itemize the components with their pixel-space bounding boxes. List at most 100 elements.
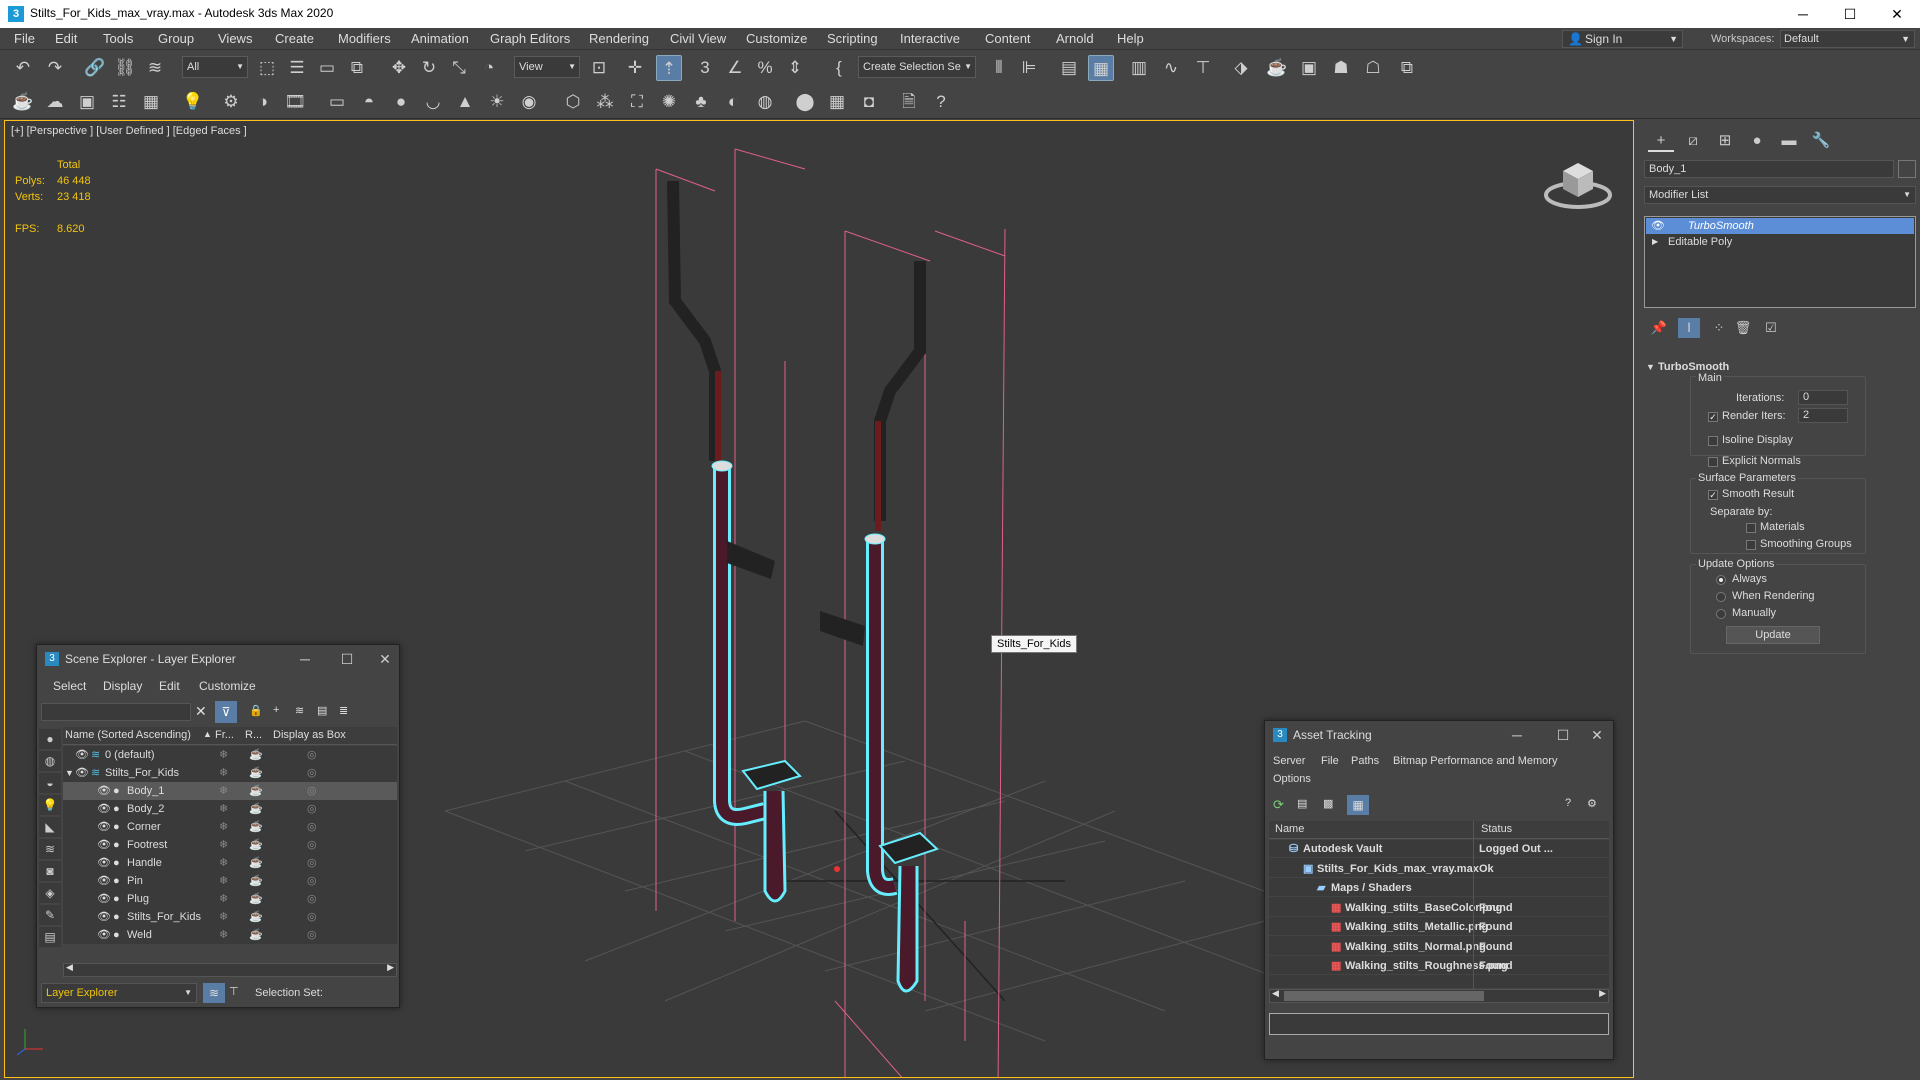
scroll-left-icon[interactable]: ◀ bbox=[66, 962, 73, 973]
place-icon[interactable]: ◔ bbox=[476, 55, 502, 81]
named-selection-sets-dropdown[interactable]: Create Selection Se ▼ bbox=[858, 56, 976, 78]
grid-icon[interactable]: ▦ bbox=[138, 89, 164, 115]
make-unique-icon[interactable]: ⁘ bbox=[1708, 318, 1730, 338]
create-tab-icon[interactable]: + bbox=[1648, 130, 1674, 152]
thumbnail-view-icon[interactable]: ▩ bbox=[1323, 797, 1333, 810]
layer-row[interactable]: 👁 ● Stilts_For_Kids ❄ ☕ ◎ bbox=[63, 908, 397, 926]
freeze-icon[interactable]: ❄ bbox=[219, 764, 228, 782]
freeze-icon[interactable]: ❄ bbox=[219, 800, 228, 818]
menu-display[interactable]: Display bbox=[103, 679, 142, 693]
render-production-icon[interactable]: ☗ bbox=[1328, 55, 1354, 81]
material-editor-icon[interactable]: ⬗ bbox=[1228, 55, 1254, 81]
half-sphere-icon[interactable]: ◑ bbox=[250, 89, 276, 115]
asset-row[interactable]: ▦ Walking_stilts_Normal.png Found bbox=[1269, 938, 1609, 956]
horizontal-scrollbar[interactable]: ◀ ▶ bbox=[63, 962, 397, 977]
eye-icon[interactable]: 👁 bbox=[1651, 218, 1665, 234]
explorer-type-dropdown[interactable]: Layer Explorer ▼ bbox=[41, 983, 197, 1003]
curve-editor-icon[interactable]: ∿ bbox=[1158, 55, 1184, 81]
eye-icon[interactable]: 👁 bbox=[97, 800, 111, 818]
layer-row[interactable]: 👁 ● Plug ❄ ☕ ◎ bbox=[63, 890, 397, 908]
render-icon[interactable]: ☕ bbox=[249, 818, 263, 836]
workspace-select[interactable]: Default ▼ bbox=[1780, 30, 1915, 48]
horizontal-scrollbar[interactable]: ◀ ▶ bbox=[1269, 988, 1609, 1003]
eye-icon[interactable]: 👁 bbox=[75, 764, 89, 782]
modifier-list-dropdown[interactable]: Modifier List ▼ bbox=[1644, 186, 1916, 204]
close-button[interactable]: ✕ bbox=[1579, 721, 1615, 749]
render-iterative-icon[interactable]: ☖ bbox=[1360, 55, 1386, 81]
display-as-box-icon[interactable]: ◎ bbox=[307, 746, 317, 764]
expand-arrow-icon[interactable]: ▼ bbox=[65, 764, 74, 782]
search-input[interactable] bbox=[41, 703, 191, 721]
dome-icon[interactable]: ◓ bbox=[356, 89, 382, 115]
display-groups-icon[interactable]: ◈ bbox=[39, 883, 61, 903]
mirror-icon[interactable]: ⫴ bbox=[986, 55, 1012, 81]
menu-content[interactable]: Content bbox=[985, 31, 1031, 46]
expand-arrow-icon[interactable]: ▶ bbox=[1652, 234, 1658, 250]
eye-icon[interactable]: 👁 bbox=[75, 746, 89, 764]
minimize-button[interactable]: ─ bbox=[287, 645, 323, 673]
display-as-box-icon[interactable]: ◎ bbox=[307, 926, 317, 944]
filter-icon[interactable]: ⊽ bbox=[215, 701, 237, 723]
hdri-icon[interactable]: ◐ bbox=[720, 89, 746, 115]
display-as-box-icon[interactable]: ◎ bbox=[307, 818, 317, 836]
layer-row[interactable]: 👁 ● Body_2 ❄ ☕ ◎ bbox=[63, 800, 397, 818]
display-cameras-icon[interactable]: ◣ bbox=[39, 817, 61, 837]
hierarchy-tab-icon[interactable]: ⊞ bbox=[1712, 130, 1738, 152]
texture-icon[interactable]: ◍ bbox=[752, 89, 778, 115]
motion-tab-icon[interactable]: ● bbox=[1744, 130, 1770, 152]
display-all-icon[interactable]: ● bbox=[39, 729, 61, 749]
select-manipulate-icon[interactable]: ✛ bbox=[622, 55, 648, 81]
always-radio[interactable] bbox=[1716, 575, 1726, 585]
camera-icon[interactable]: ⛶ bbox=[624, 89, 650, 115]
asset-row[interactable]: ▦ Walking_stilts_Roughness.png Found bbox=[1269, 957, 1609, 975]
toggle-layer-explorer-icon[interactable]: ▦ bbox=[1088, 55, 1114, 81]
toggle-scene-explorer-icon[interactable]: ▤ bbox=[1056, 55, 1082, 81]
layer-row[interactable]: 👁 ● Footrest ❄ ☕ ◎ bbox=[63, 836, 397, 854]
rotate-icon[interactable]: ↻ bbox=[416, 55, 442, 81]
render-icon[interactable]: ☕ bbox=[249, 926, 263, 944]
pivot-center-icon[interactable]: ⊡ bbox=[586, 55, 612, 81]
help-icon[interactable]: ? bbox=[928, 89, 954, 115]
display-as-box-icon[interactable]: ◎ bbox=[307, 782, 317, 800]
film-icon[interactable]: 🎞 bbox=[282, 89, 308, 115]
column-freeze[interactable]: Fr... bbox=[215, 729, 234, 741]
maximize-button[interactable]: ☐ bbox=[1827, 0, 1873, 28]
bind-space-warp-icon[interactable]: ≋ bbox=[142, 55, 168, 81]
eye-icon[interactable]: 👁 bbox=[97, 854, 111, 872]
maximize-button[interactable]: ☐ bbox=[1545, 721, 1581, 749]
render-icon[interactable]: ☕ bbox=[249, 800, 263, 818]
teapot-icon[interactable]: ☕ bbox=[10, 89, 36, 115]
menu-options[interactable]: Options bbox=[1273, 773, 1311, 785]
refresh-icon[interactable]: ⟳ bbox=[1273, 797, 1284, 813]
update-button[interactable]: Update bbox=[1726, 626, 1820, 644]
utilities-tab-icon[interactable]: 🔧 bbox=[1808, 130, 1834, 152]
plane-icon[interactable]: ▭ bbox=[324, 89, 350, 115]
column-status[interactable]: Status bbox=[1481, 823, 1512, 835]
layer-row[interactable]: 👁 ● Corner ❄ ☕ ◎ bbox=[63, 818, 397, 836]
sun-icon[interactable]: ☀ bbox=[484, 89, 510, 115]
bowl-icon[interactable]: ◡ bbox=[420, 89, 446, 115]
render-iters-spinner[interactable]: 2 bbox=[1798, 408, 1848, 423]
isoline-display-checkbox[interactable] bbox=[1708, 436, 1718, 446]
layer-row[interactable]: 👁 ● Handle ❄ ☕ ◎ bbox=[63, 854, 397, 872]
material-ball-icon[interactable]: ⬤ bbox=[792, 89, 818, 115]
display-spacewarps-icon[interactable]: ◙ bbox=[39, 861, 61, 881]
proxy-icon[interactable]: ⬡ bbox=[560, 89, 586, 115]
render-in-cloud-icon[interactable]: ⧉ bbox=[1394, 55, 1420, 81]
list-view-icon[interactable]: ▤ bbox=[1297, 797, 1307, 810]
freeze-icon[interactable]: ❄ bbox=[219, 746, 228, 764]
named-selection-icon[interactable]: { bbox=[826, 55, 852, 81]
asset-row[interactable]: ⛁ Autodesk Vault Logged Out ... bbox=[1269, 840, 1609, 858]
layer-row[interactable]: 👁 ● Pin ❄ ☕ ◎ bbox=[63, 872, 397, 890]
add-layer-icon[interactable]: + bbox=[273, 704, 279, 716]
menu-select[interactable]: Select bbox=[53, 679, 86, 693]
freeze-icon[interactable]: ❄ bbox=[219, 836, 228, 854]
freeze-icon[interactable]: ❄ bbox=[219, 926, 228, 944]
menu-create[interactable]: Create bbox=[275, 31, 314, 46]
object-color-swatch[interactable] bbox=[1898, 160, 1916, 178]
toggle-ribbon-icon[interactable]: ▥ bbox=[1126, 55, 1152, 81]
table-view-icon[interactable]: ▦ bbox=[1347, 795, 1369, 815]
modify-tab-icon[interactable]: ⧄ bbox=[1680, 130, 1706, 152]
clear-search-icon[interactable]: ✕ bbox=[195, 703, 207, 720]
add-to-layer-icon[interactable]: ≋ bbox=[295, 704, 304, 717]
